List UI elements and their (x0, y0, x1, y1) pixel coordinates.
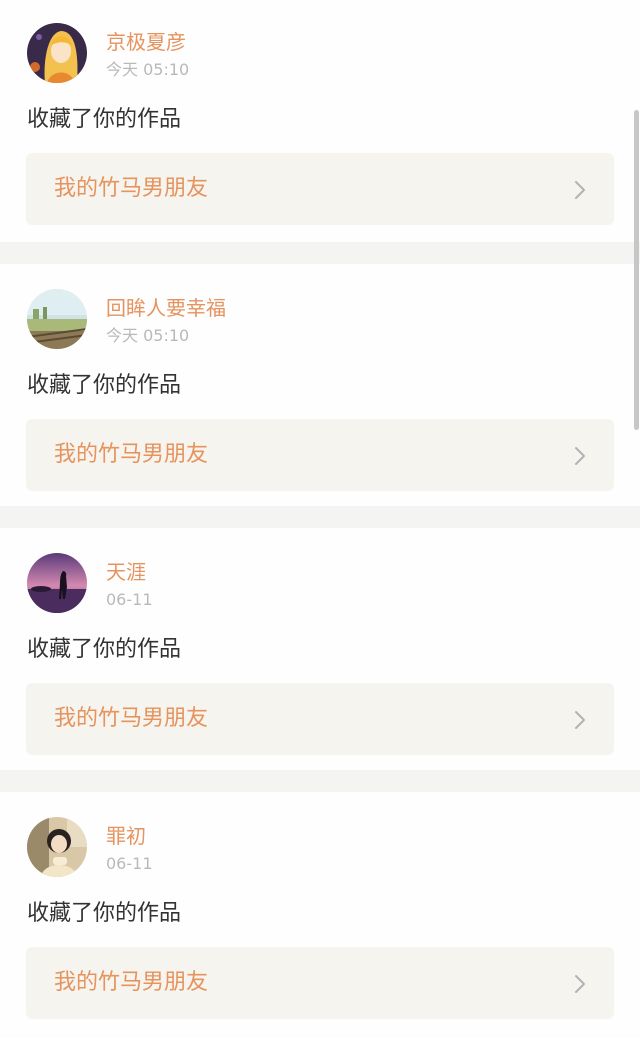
notification-feed: 京极夏彦 今天 05:10 收藏了你的作品 我的竹马男朋友 回眸人要幸福 今天 … (0, 0, 640, 1034)
avatar[interactable] (27, 23, 87, 83)
user-name[interactable]: 回眸人要幸福 (106, 296, 226, 320)
divider (0, 242, 640, 264)
work-card[interactable]: 我的竹马男朋友 (26, 419, 614, 491)
avatar[interactable] (27, 553, 87, 613)
notification-item: 回眸人要幸福 今天 05:10 收藏了你的作品 我的竹马男朋友 (0, 264, 640, 506)
work-card[interactable]: 我的竹马男朋友 (26, 947, 614, 1019)
timestamp: 今天 05:10 (106, 60, 190, 79)
user-name[interactable]: 京极夏彦 (106, 30, 186, 54)
notifications-page: 京极夏彦 今天 05:10 收藏了你的作品 我的竹马男朋友 回眸人要幸福 今天 … (0, 0, 640, 1037)
work-title: 我的竹马男朋友 (54, 970, 209, 995)
notification-item: 京极夏彦 今天 05:10 收藏了你的作品 我的竹马男朋友 (0, 0, 640, 242)
work-title: 我的竹马男朋友 (54, 706, 209, 731)
notification-item: 罪初 06-11 收藏了你的作品 我的竹马男朋友 (0, 792, 640, 1034)
chevron-right-icon (575, 447, 585, 465)
user-name[interactable]: 罪初 (106, 824, 146, 848)
landscape-avatar-icon (27, 289, 87, 349)
sunset-silhouette-avatar-icon (27, 553, 87, 613)
timestamp: 今天 05:10 (106, 326, 190, 345)
chevron-right-icon (575, 181, 585, 199)
action-text: 收藏了你的作品 (27, 373, 182, 398)
divider (0, 770, 640, 792)
notification-item: 天涯 06-11 收藏了你的作品 我的竹马男朋友 (0, 528, 640, 770)
timestamp: 06-11 (106, 854, 153, 873)
avatar[interactable] (27, 817, 87, 877)
work-card[interactable]: 我的竹马男朋友 (26, 683, 614, 755)
chevron-right-icon (575, 975, 585, 993)
anime-girl-avatar-icon (27, 23, 87, 83)
action-text: 收藏了你的作品 (27, 637, 182, 662)
work-title: 我的竹马男朋友 (54, 442, 209, 467)
work-card[interactable]: 我的竹马男朋友 (26, 153, 614, 225)
avatar[interactable] (27, 289, 87, 349)
user-name[interactable]: 天涯 (106, 560, 146, 584)
chevron-right-icon (575, 711, 585, 729)
girl-photo-avatar-icon (27, 817, 87, 877)
action-text: 收藏了你的作品 (27, 107, 182, 132)
scrollbar[interactable] (634, 110, 639, 430)
divider (0, 506, 640, 528)
work-title: 我的竹马男朋友 (54, 176, 209, 201)
timestamp: 06-11 (106, 590, 153, 609)
action-text: 收藏了你的作品 (27, 901, 182, 926)
